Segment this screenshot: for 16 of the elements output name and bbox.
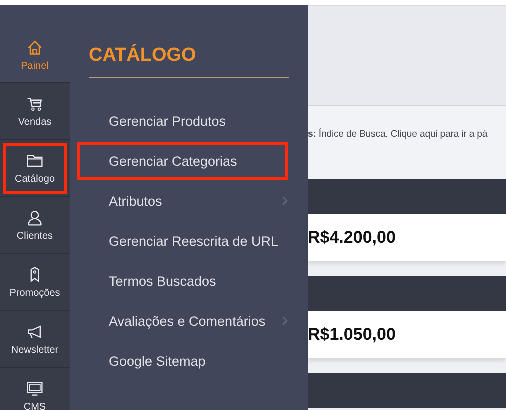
user-icon: [26, 208, 44, 226]
monitor-icon: [26, 380, 44, 398]
menu-item[interactable]: Gerenciar Categorias: [76, 141, 289, 181]
menu-item[interactable]: Gerenciar Produtos: [89, 101, 289, 141]
nav-item[interactable]: Catálogo: [0, 140, 70, 197]
menu-item[interactable]: Avaliações e Comentários: [89, 301, 289, 341]
menu-item[interactable]: Gerenciar Reescrita de URL: [89, 221, 289, 261]
notice-text: s: Índice de Busca. Clique aqui para ir a pá: [308, 129, 488, 140]
amount-text: R$4.200,00: [308, 228, 396, 248]
home-icon: [26, 39, 44, 57]
menu-title: CATÁLOGO: [89, 45, 289, 78]
menu-item[interactable]: Termos Buscados: [89, 261, 289, 301]
amount-text: R$1.050,00: [308, 324, 396, 344]
menu-item[interactable]: Google Sitemap: [89, 341, 289, 381]
menu-item[interactable]: Atributos: [89, 181, 289, 221]
nav-item[interactable]: Painel: [0, 5, 70, 83]
